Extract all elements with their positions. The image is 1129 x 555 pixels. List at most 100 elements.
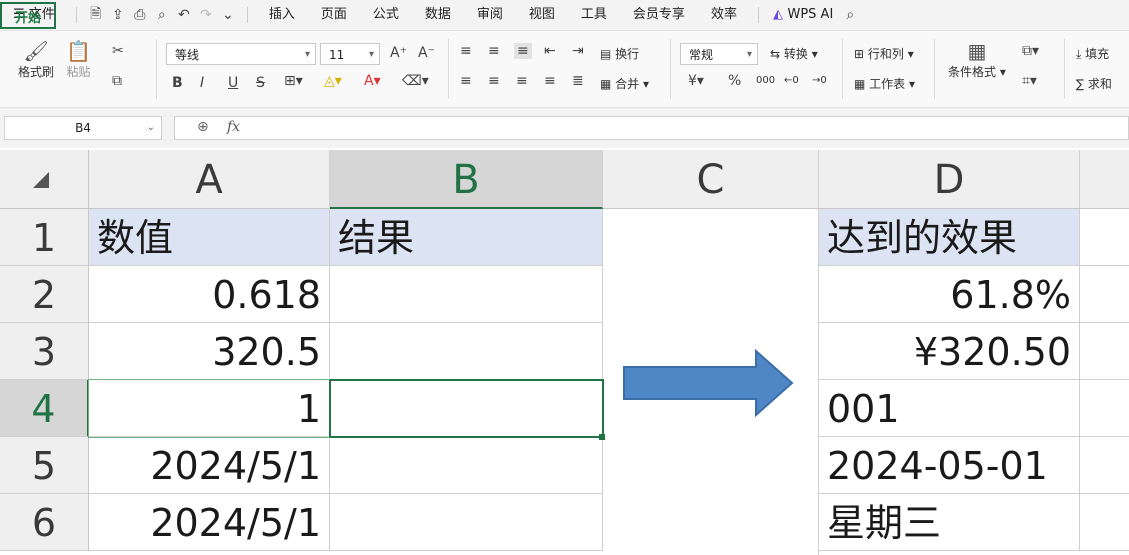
wps-ai-button[interactable]: ◭ WPS AI (767, 0, 839, 30)
zoom-icon[interactable]: ⊕ (197, 119, 209, 135)
tab-tools[interactable]: 工具 (568, 0, 620, 30)
save-icon[interactable]: 🗎 (85, 3, 107, 27)
tab-page[interactable]: 页面 (308, 0, 360, 30)
cell-d3[interactable]: ¥320.50 (819, 323, 1080, 380)
font-size-select[interactable]: 11 ▾ (320, 43, 380, 65)
chevron-down-icon[interactable]: ⌄ (217, 7, 239, 23)
cell-b1[interactable]: 结果 (330, 209, 603, 266)
right-arrow-shape[interactable] (620, 347, 796, 419)
cell-a5[interactable]: 2024/5/1 (89, 437, 330, 494)
merge-button[interactable]: ▦ 合并 ▾ (600, 75, 649, 92)
column-header-d[interactable]: D (819, 150, 1080, 209)
print-preview-icon[interactable]: ⌕ (151, 7, 173, 23)
cell-d2[interactable]: 61.8% (819, 266, 1080, 323)
currency-button[interactable]: ¥▾ (688, 73, 704, 89)
cell-e2[interactable] (1080, 266, 1129, 323)
cell-d6[interactable]: 星期三 (819, 494, 1080, 551)
cut-icon[interactable]: ✂ (112, 43, 124, 59)
cell-b3[interactable] (330, 323, 603, 380)
cell-a6[interactable]: 2024/5/1 (89, 494, 330, 551)
align-top-icon[interactable]: ≡ (460, 43, 472, 59)
fill-handle[interactable] (599, 434, 605, 440)
align-middle-icon[interactable]: ≡ (488, 43, 500, 59)
copy-icon[interactable]: ⧉ (112, 73, 122, 89)
cell-e3[interactable] (1080, 323, 1129, 380)
fill-button[interactable]: ⤓ 填充 (1076, 45, 1109, 62)
column-header-e[interactable] (1080, 150, 1129, 209)
align-left-icon[interactable]: ≡ (460, 73, 472, 89)
column-header-b[interactable]: B (330, 150, 603, 209)
cell-a2[interactable]: 0.618 (89, 266, 330, 323)
cell-b6[interactable] (330, 494, 603, 551)
number-format-select[interactable]: 常规 ▾ (680, 43, 758, 65)
row-header-4[interactable]: 4 (0, 380, 89, 437)
cell-e4[interactable] (1080, 380, 1129, 437)
font-color-icon[interactable]: A▾ (364, 73, 381, 89)
cell-b5[interactable] (330, 437, 603, 494)
align-right-icon[interactable]: ≡ (516, 73, 528, 89)
cell-e5[interactable] (1080, 437, 1129, 494)
select-all-corner[interactable] (0, 150, 89, 209)
tab-formulas[interactable]: 公式 (360, 0, 412, 30)
indent-decrease-icon[interactable]: ⇤ (544, 43, 556, 59)
paste-button[interactable]: 📋 粘贴 (66, 39, 91, 80)
border-icon[interactable]: ⊞▾ (284, 73, 303, 89)
thousands-button[interactable]: 000 (756, 75, 775, 86)
distribute-icon[interactable]: ≣ (572, 73, 584, 89)
formula-input[interactable]: ⊕ fx (174, 116, 1129, 140)
tab-insert[interactable]: 插入 (256, 0, 308, 30)
align-bottom-icon[interactable]: ≡ (514, 43, 532, 59)
search-icon[interactable]: ⌕ (839, 7, 861, 23)
row-header-1[interactable]: 1 (0, 209, 89, 266)
tab-view[interactable]: 视图 (516, 0, 568, 30)
row-header-5[interactable]: 5 (0, 437, 89, 494)
justify-icon[interactable]: ≡ (544, 73, 556, 89)
sum-button[interactable]: ∑ 求和 (1076, 75, 1112, 92)
underline-button[interactable]: U (228, 75, 238, 91)
indent-increase-icon[interactable]: ⇥ (572, 43, 584, 59)
column-header-c[interactable]: C (603, 150, 819, 209)
cell-b2[interactable] (330, 266, 603, 323)
shrink-font-button[interactable]: A⁻ (418, 45, 435, 61)
tab-home[interactable]: 开始 (0, 1, 57, 29)
row-header-2[interactable]: 2 (0, 266, 89, 323)
cell-e6[interactable] (1080, 494, 1129, 551)
redo-icon[interactable]: ↷ (195, 7, 217, 23)
decrease-decimal-icon[interactable]: →0 (812, 75, 827, 86)
cell-a3[interactable]: 320.5 (89, 323, 330, 380)
rows-cols-button[interactable]: ⊞ 行和列 ▾ (854, 45, 914, 62)
row-header-6[interactable]: 6 (0, 494, 89, 551)
cell-d4[interactable]: 001 (819, 380, 1080, 437)
worksheet-button[interactable]: ▦ 工作表 ▾ (854, 75, 915, 92)
grow-font-button[interactable]: A⁺ (390, 45, 407, 61)
row-header-3[interactable]: 3 (0, 323, 89, 380)
percent-button[interactable]: % (728, 73, 741, 89)
fx-icon[interactable]: fx (227, 119, 240, 135)
cell-border-icon[interactable]: ⌗▾ (1022, 73, 1037, 89)
tab-member[interactable]: 会员专享 (620, 0, 698, 30)
clear-format-icon[interactable]: ⌫▾ (402, 73, 429, 89)
font-name-select[interactable]: 等线 ▾ (166, 43, 316, 65)
wrap-text-button[interactable]: ▤ 换行 (600, 45, 639, 62)
column-header-a[interactable]: A (89, 150, 330, 209)
format-painter-button[interactable]: 🖌 格式刷 (18, 39, 54, 80)
name-box[interactable]: B4 ⌄ (4, 116, 162, 140)
style-icon[interactable]: ⧉▾ (1022, 43, 1039, 59)
print-icon[interactable]: ⎙ (129, 7, 151, 23)
undo-icon[interactable]: ↶ (173, 7, 195, 23)
conditional-format-button[interactable]: ▦ 条件格式 ▾ (948, 39, 1006, 80)
cell-d1[interactable]: 达到的效果 (819, 209, 1080, 266)
cell-a1[interactable]: 数值 (89, 209, 330, 266)
cell-d5[interactable]: 2024-05-01 (819, 437, 1080, 494)
tab-review[interactable]: 审阅 (464, 0, 516, 30)
tab-efficiency[interactable]: 效率 (698, 0, 750, 30)
tab-data[interactable]: 数据 (412, 0, 464, 30)
align-center-icon[interactable]: ≡ (488, 73, 500, 89)
fill-color-icon[interactable]: ◬▾ (324, 73, 342, 89)
strikethrough-button[interactable]: S (256, 75, 265, 91)
convert-button[interactable]: ⇆ 转换 ▾ (770, 45, 818, 62)
export-icon[interactable]: ⇪ (107, 7, 129, 23)
bold-button[interactable]: B (172, 75, 183, 91)
cell-e1[interactable] (1080, 209, 1129, 266)
increase-decimal-icon[interactable]: ←0 (784, 75, 799, 86)
